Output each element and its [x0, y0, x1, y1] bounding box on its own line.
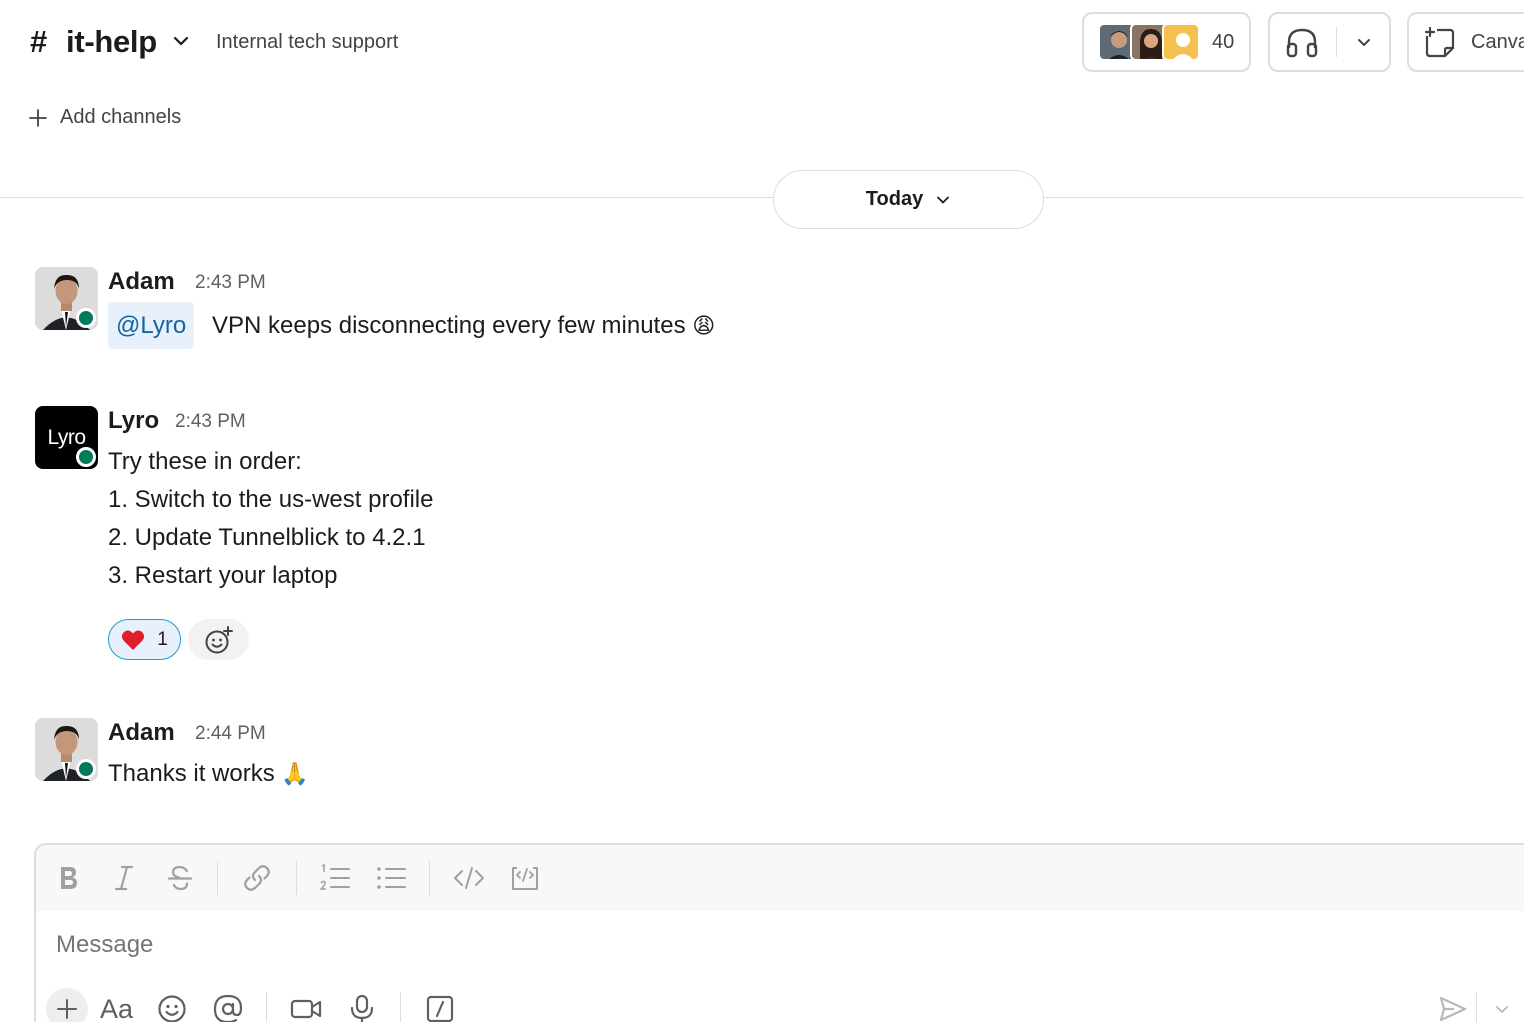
- formatting-toolbar: [36, 845, 1524, 911]
- link-icon[interactable]: [240, 861, 274, 895]
- reaction-heart[interactable]: 1: [108, 619, 181, 660]
- plus-icon: [29, 108, 47, 127]
- message-author[interactable]: Lyro: [108, 407, 159, 435]
- italic-icon[interactable]: [107, 861, 141, 895]
- message-body: VPN keeps disconnecting every few minute…: [212, 312, 686, 339]
- presence-indicator: [76, 759, 96, 779]
- message-timestamp[interactable]: 2:44 PM: [195, 723, 266, 745]
- microphone-icon[interactable]: [345, 992, 379, 1022]
- lyro-logo: Lyro: [47, 425, 86, 449]
- message-line: Try these in order:: [108, 448, 302, 475]
- toolbar-separator: [296, 861, 297, 895]
- video-icon[interactable]: [289, 992, 323, 1022]
- message-timestamp[interactable]: 2:43 PM: [175, 411, 246, 433]
- strikethrough-icon[interactable]: [163, 861, 197, 895]
- chevron-down-icon: [937, 196, 950, 203]
- toolbar-separator: [217, 861, 218, 895]
- user-mention[interactable]: @Lyro: [108, 302, 195, 349]
- message-author[interactable]: Adam: [108, 268, 175, 296]
- add-reaction-button[interactable]: [188, 619, 249, 660]
- toolbar-separator: [266, 992, 267, 1022]
- add-reaction-icon: [205, 625, 233, 653]
- date-divider-button[interactable]: Today: [773, 170, 1044, 229]
- avatar: [1162, 23, 1200, 61]
- formatting-toggle-button[interactable]: Aa: [100, 994, 133, 1022]
- code-icon[interactable]: [452, 861, 486, 895]
- canvas-button[interactable]: Canva: [1407, 12, 1524, 72]
- members-button[interactable]: 40: [1082, 12, 1251, 72]
- huddle-button[interactable]: [1268, 12, 1391, 72]
- plus-icon: [57, 999, 77, 1019]
- at-icon[interactable]: [211, 992, 245, 1022]
- message-line: 1. Switch to the us-west profile: [108, 486, 434, 513]
- date-divider-label: Today: [865, 188, 924, 210]
- weary-face-emoji: 😩: [692, 313, 716, 338]
- canvas-icon: [1424, 26, 1455, 58]
- bulleted-list-icon[interactable]: [374, 861, 408, 895]
- channel-description[interactable]: Internal tech support: [216, 31, 398, 54]
- chevron-down-icon[interactable]: [1485, 992, 1519, 1022]
- slash-command-icon[interactable]: [423, 992, 457, 1022]
- message-input[interactable]: [56, 931, 1456, 959]
- message-timestamp[interactable]: 2:43 PM: [195, 272, 266, 294]
- presence-indicator: [76, 447, 96, 467]
- member-avatars: [1098, 23, 1200, 61]
- huddle-divider: [1336, 27, 1337, 57]
- message-author[interactable]: Adam: [108, 719, 175, 747]
- toolbar-separator: [400, 992, 401, 1022]
- chevron-down-icon[interactable]: [170, 30, 192, 52]
- toolbar-separator: [1476, 992, 1477, 1022]
- member-count: 40: [1212, 31, 1235, 53]
- add-channels-label: Add channels: [60, 106, 182, 128]
- canvas-label: Canva: [1471, 31, 1524, 53]
- folded-hands-emoji: 🙏: [281, 761, 309, 786]
- add-channels-button[interactable]: Add channels: [28, 106, 181, 129]
- reaction-count: 1: [157, 628, 168, 650]
- message-text: VPN keeps disconnecting every few minute…: [212, 307, 715, 345]
- heart-icon: [122, 630, 145, 650]
- bold-icon[interactable]: [51, 861, 85, 895]
- date-divider-line: [0, 197, 1524, 198]
- attach-button[interactable]: [46, 988, 88, 1022]
- channel-hash-icon: #: [30, 24, 48, 59]
- channel-name[interactable]: it-help: [66, 24, 157, 60]
- message-body: Thanks it works: [108, 760, 275, 787]
- message-line: 2. Update Tunnelblick to 4.2.1: [108, 524, 426, 551]
- message-text: Thanks it works 🙏: [108, 755, 309, 793]
- presence-indicator: [76, 308, 96, 328]
- send-icon[interactable]: [1436, 992, 1470, 1022]
- toolbar-separator: [429, 861, 430, 895]
- headphones-icon[interactable]: [1284, 24, 1320, 60]
- chevron-down-icon[interactable]: [1354, 33, 1374, 53]
- code-block-icon[interactable]: [508, 861, 542, 895]
- message-composer: Aa: [34, 843, 1524, 1022]
- ordered-list-icon[interactable]: [318, 861, 352, 895]
- emoji-icon[interactable]: [155, 992, 189, 1022]
- message-line: 3. Restart your laptop: [108, 562, 338, 589]
